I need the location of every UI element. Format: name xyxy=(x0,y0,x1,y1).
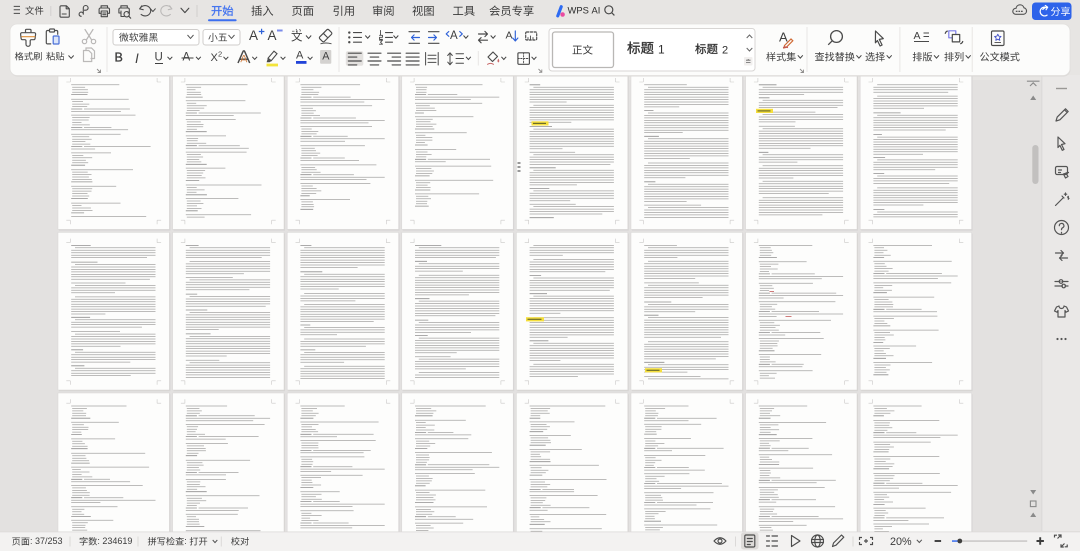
svg-text:A: A xyxy=(450,30,458,42)
svg-text:A: A xyxy=(296,49,304,61)
svg-text::: : xyxy=(184,536,187,546)
svg-text:A: A xyxy=(779,29,788,44)
svg-text:2: 2 xyxy=(722,45,728,57)
svg-text:WPS AI: WPS AI xyxy=(568,4,601,15)
svg-text:20%: 20% xyxy=(890,536,912,548)
svg-text:A: A xyxy=(268,28,277,43)
svg-text:A: A xyxy=(249,28,258,43)
svg-text:B: B xyxy=(115,51,123,65)
svg-text:2: 2 xyxy=(218,50,222,59)
svg-text:A: A xyxy=(322,51,330,63)
svg-text:: 234619: : 234619 xyxy=(97,536,132,546)
svg-text:U: U xyxy=(155,52,163,64)
svg-text:A: A xyxy=(914,30,921,42)
svg-text:: 37/253: : 37/253 xyxy=(30,536,63,546)
svg-text:A: A xyxy=(506,29,513,41)
svg-text:1: 1 xyxy=(658,43,665,57)
svg-text:I: I xyxy=(135,51,139,66)
